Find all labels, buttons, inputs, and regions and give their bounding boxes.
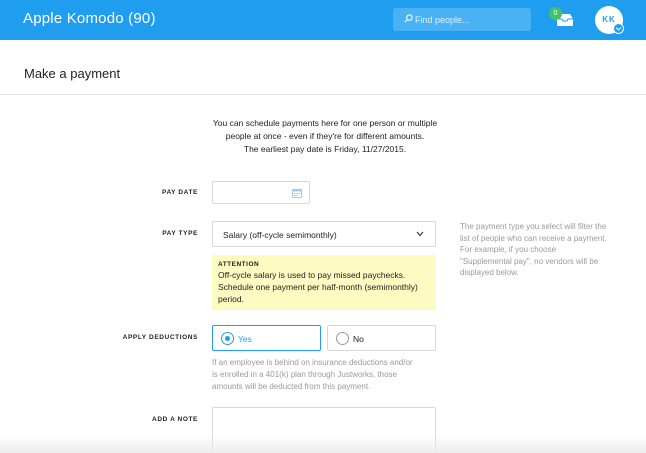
pay-date-label: PAY DATE xyxy=(162,189,198,196)
attention-notice: ATTENTION Off-cycle salary is used to pa… xyxy=(212,255,436,310)
help-line: amounts will be deducted from this payme… xyxy=(212,382,371,391)
avatar-menu-toggle[interactable] xyxy=(613,23,624,34)
pay-type-help-text: The payment type you select will filter … xyxy=(460,221,630,279)
deductions-no-option[interactable]: No xyxy=(327,325,436,351)
search-input[interactable] xyxy=(415,12,527,27)
help-line: For example, if you choose xyxy=(460,245,557,254)
help-line: "Supplemental pay", no vendors will be xyxy=(460,256,599,266)
calendar-icon[interactable] xyxy=(292,188,302,198)
attention-body: Off-cycle salary is used to pay missed p… xyxy=(218,269,430,305)
search-icon xyxy=(404,14,413,23)
attention-line: Schedule one payment per half-month (sem… xyxy=(218,282,418,292)
attention-line: Off-cycle salary is used to pay missed p… xyxy=(218,270,406,280)
intro-line: You can schedule payments here for one p… xyxy=(212,118,438,128)
page-title: Make a payment xyxy=(24,66,121,81)
radio-button[interactable] xyxy=(336,332,349,345)
help-line: The payment type you select will filter … xyxy=(460,222,607,231)
help-line: list of people who can receive a payment… xyxy=(460,233,607,243)
pay-type-value: Salary (off-cycle semimonthly) xyxy=(223,230,337,240)
radio-button[interactable] xyxy=(221,332,234,345)
note-textarea[interactable] xyxy=(212,407,436,453)
apply-deductions-label: APPLY DEDUCTIONS xyxy=(122,334,198,341)
help-line: displayed below. xyxy=(460,268,519,277)
attention-line: period. xyxy=(218,294,244,304)
pay-type-label: PAY TYPE xyxy=(162,230,198,237)
pay-date-input[interactable] xyxy=(212,181,310,204)
attention-title: ATTENTION xyxy=(218,261,260,268)
radio-label: Yes xyxy=(238,334,252,344)
top-navigation-bar: Apple Komodo (90) 0 KK xyxy=(0,0,646,40)
intro-line: people at once - even if they're for dif… xyxy=(225,131,425,141)
deductions-help-text: If an employee is behind on insurance de… xyxy=(212,357,442,393)
chevron-down-icon xyxy=(615,27,622,31)
help-line: If an employee is behind on insurance de… xyxy=(212,358,413,367)
intro-line: The earliest pay date is Friday, 11/27/2… xyxy=(243,144,407,154)
add-note-label: ADD A NOTE xyxy=(152,416,198,423)
chevron-down-icon xyxy=(416,231,424,237)
company-title[interactable]: Apple Komodo (90) xyxy=(23,10,156,27)
notification-badge: 0 xyxy=(549,7,562,20)
search-box[interactable] xyxy=(393,8,531,31)
pay-type-select[interactable]: Salary (off-cycle semimonthly) xyxy=(212,221,436,247)
page-header: Make a payment xyxy=(0,40,646,95)
deductions-yes-option[interactable]: Yes xyxy=(212,325,321,351)
help-line: is enrolled in a 401(k) plan through Jus… xyxy=(212,370,397,379)
intro-text: You can schedule payments here for one p… xyxy=(200,117,450,156)
radio-label: No xyxy=(353,334,364,344)
